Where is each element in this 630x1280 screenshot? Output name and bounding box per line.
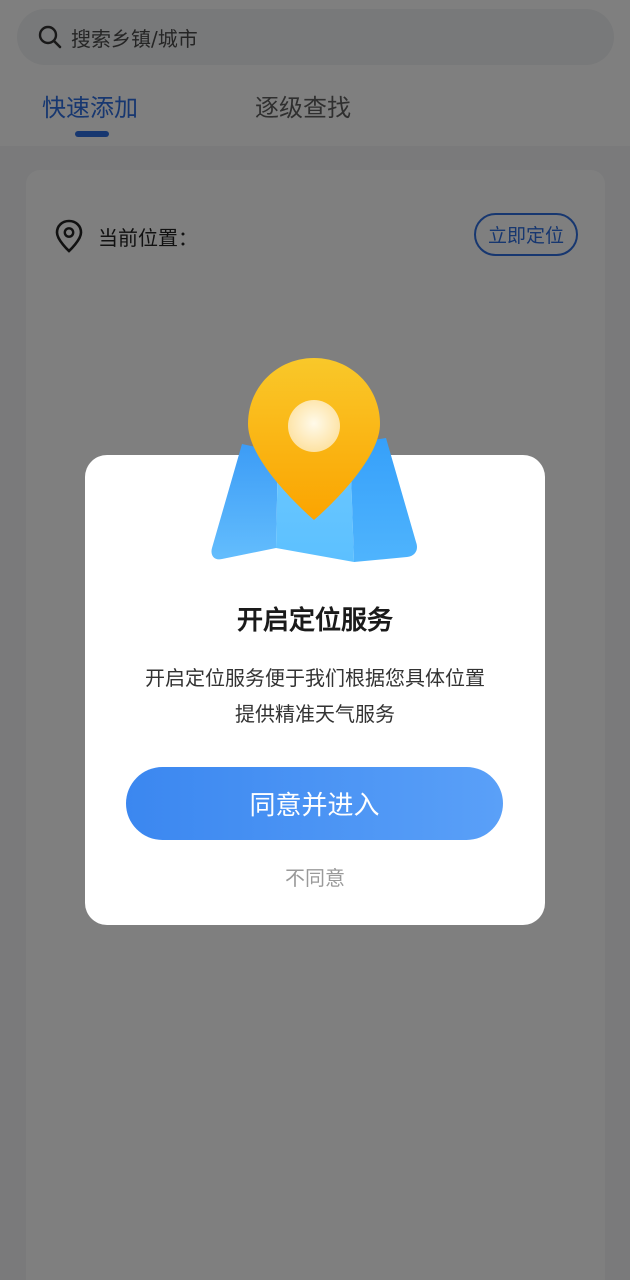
dialog-title: 开启定位服务: [236, 606, 393, 636]
dialog-message-line-2: 提供精准天气服务: [235, 702, 395, 726]
agree-and-enter-button[interactable]: 同意并进入: [126, 767, 503, 840]
map-pin-illustration: [208, 352, 422, 568]
dialog-message: 开启定位服务便于我们根据您具体位置 提供精准天气服务: [110, 660, 520, 732]
dialog-message-line-1: 开启定位服务便于我们根据您具体位置: [145, 666, 485, 690]
disagree-button[interactable]: 不同意: [85, 862, 545, 891]
